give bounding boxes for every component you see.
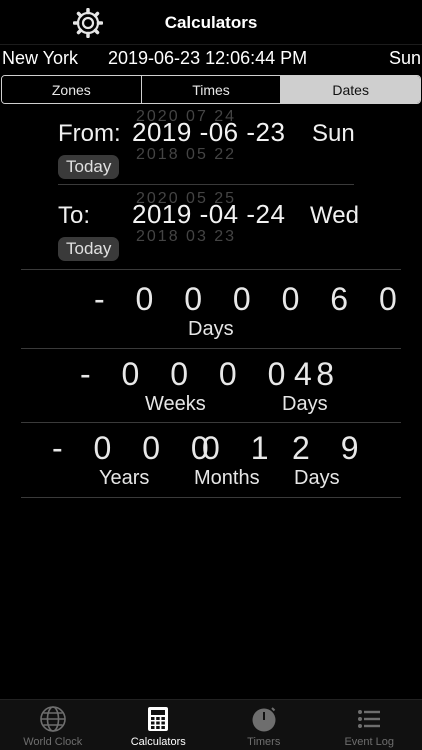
tab-calculators[interactable]: Calculators — [106, 700, 212, 750]
list-icon — [358, 710, 381, 728]
days-total-picker[interactable]: - 0 0 0 0 6 0 — [94, 281, 408, 318]
tab-dates[interactable]: Dates — [281, 76, 420, 103]
months-picker[interactable]: 0 1 — [202, 430, 279, 467]
months-unit: Months — [194, 467, 260, 489]
divider — [21, 269, 401, 270]
days-total-unit: Days — [188, 318, 234, 340]
tab-bar: World Clock Calculators Timers Event Log — [0, 699, 422, 750]
from-today-button[interactable]: Today — [58, 155, 120, 179]
weeks-days-picker[interactable]: 4 — [294, 356, 323, 393]
tab-zones[interactable]: Zones — [2, 76, 142, 103]
to-weekday: Wed — [310, 202, 359, 229]
years-unit: Years — [99, 467, 150, 489]
tab-timers[interactable]: Timers — [211, 700, 317, 750]
tab-label: Event Log — [344, 736, 395, 748]
current-time-bar: New York 2019-06-23 12:06:44 PM Sun — [0, 44, 422, 70]
current-weekday: Sun — [388, 48, 421, 68]
calculator-icon — [148, 707, 169, 731]
current-datetime: 2019-06-23 12:06:44 PM — [108, 48, 308, 68]
divider — [21, 348, 401, 349]
years-picker[interactable]: - 0 0 0 — [52, 430, 220, 467]
divider — [21, 422, 401, 423]
tab-world-clock[interactable]: World Clock — [0, 700, 106, 750]
from-picker-ghost-lower: 2018 05 22 — [136, 146, 237, 163]
tab-label: World Clock — [23, 736, 83, 748]
nav-header: Calculators — [0, 0, 422, 44]
tab-event-log[interactable]: Event Log — [317, 700, 422, 750]
globe-icon — [39, 706, 66, 732]
timer-icon — [252, 707, 276, 732]
divider — [21, 497, 401, 498]
from-weekday: Sun — [312, 120, 355, 147]
weeks-days-unit: Days — [282, 393, 328, 415]
tab-label: Timers — [247, 736, 281, 748]
weeks-unit: Weeks — [145, 393, 206, 415]
to-today-button[interactable]: Today — [58, 237, 120, 261]
tab-times[interactable]: Times — [141, 76, 282, 103]
ymd-days-unit: Days — [294, 467, 340, 489]
to-label: To: — [58, 202, 91, 229]
page-title: Calculators — [164, 13, 258, 32]
tab-label: Calculators — [130, 736, 186, 748]
divider — [58, 184, 354, 185]
ymd-days-picker[interactable]: 2 9 — [292, 430, 369, 467]
from-label: From: — [58, 120, 121, 147]
to-picker-ghost-lower: 2018 03 23 — [136, 228, 237, 245]
from-date-picker[interactable]: 2019 -06 -23 — [132, 117, 285, 148]
to-date-picker[interactable]: 2019 -04 -24 — [132, 199, 285, 230]
mode-segmented-control: Zones Times Dates — [1, 75, 421, 104]
city-name: New York — [2, 48, 79, 68]
